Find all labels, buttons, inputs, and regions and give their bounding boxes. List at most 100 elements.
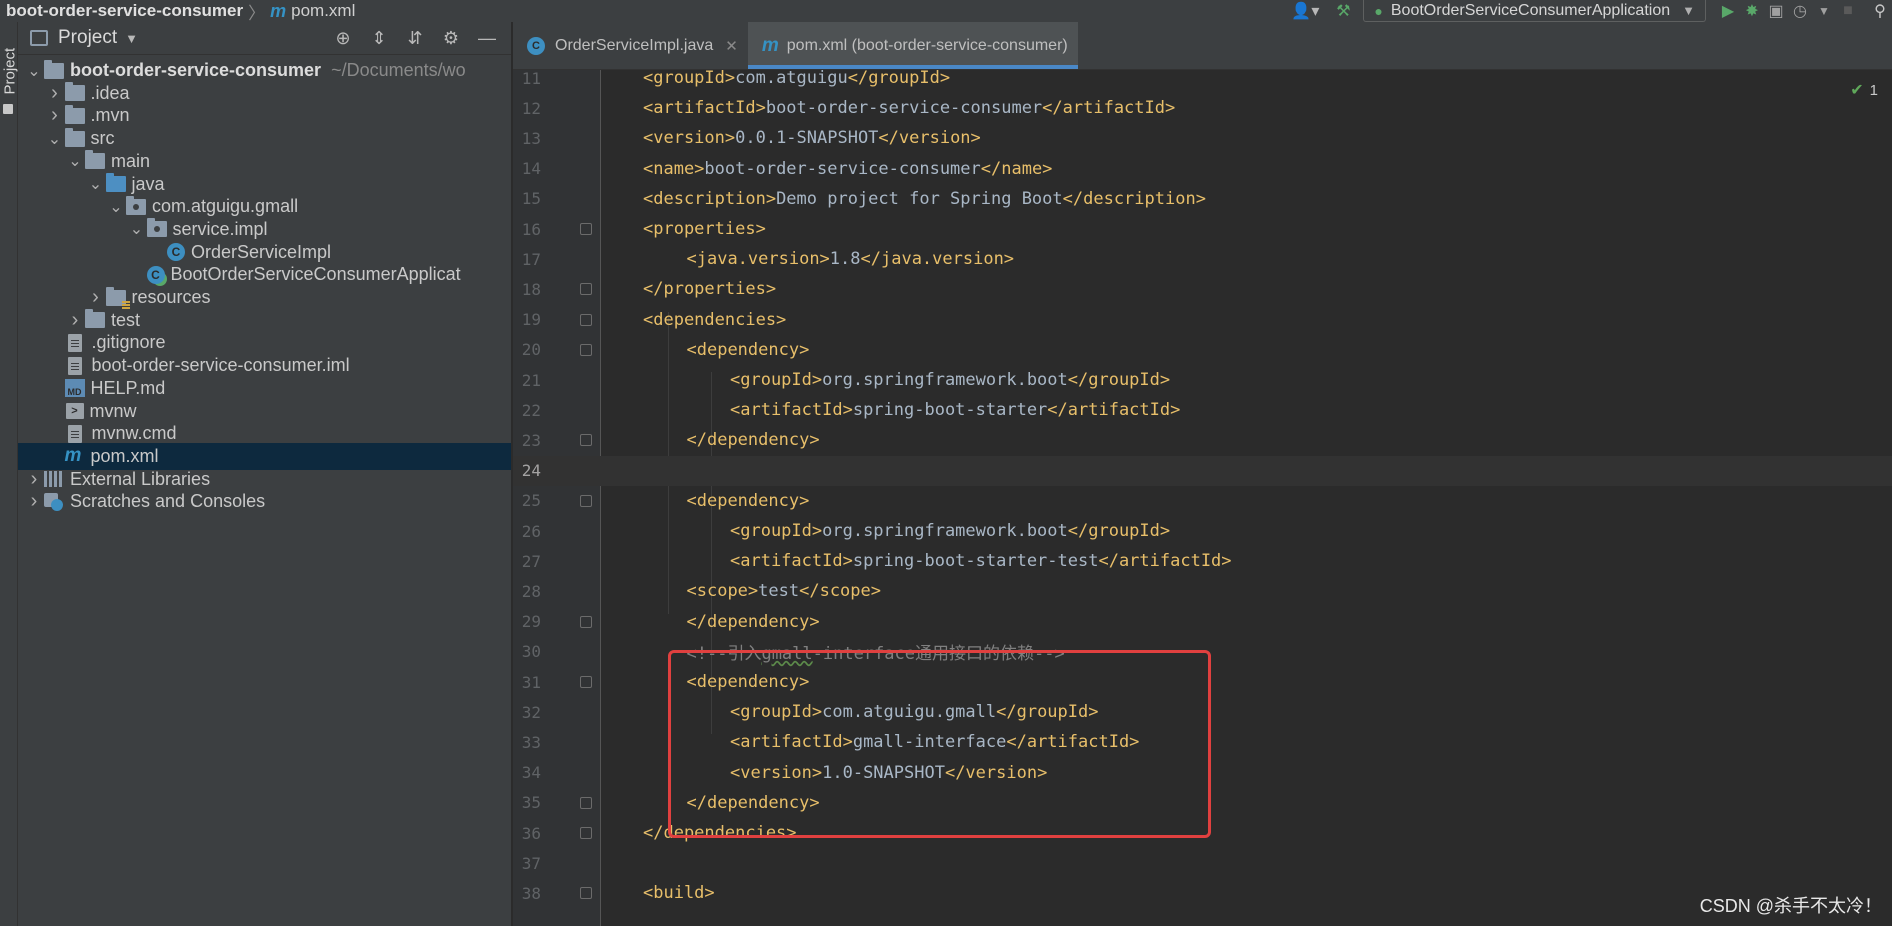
code-text: <description>Demo project for Spring Boo… — [643, 188, 1206, 209]
fold-marker-icon[interactable] — [580, 796, 592, 809]
stop-icon[interactable]: ■ — [1836, 0, 1860, 22]
line-number: 29 — [521, 612, 541, 632]
line-number: 37 — [521, 853, 541, 873]
chevron-right-icon[interactable]: › — [45, 104, 65, 127]
code-line[interactable]: 26 <groupId>org.springframework.boot</gro… — [513, 516, 1892, 546]
expand-all-icon[interactable]: ⇕ — [361, 28, 397, 49]
fold-marker-icon[interactable] — [580, 615, 592, 628]
chevron-down-icon[interactable]: ⌄ — [24, 61, 44, 81]
minimize-icon[interactable]: — — [469, 28, 505, 49]
code-line[interactable]: 37 — [513, 848, 1892, 878]
code-text: <groupId>org.springframework.boot</group… — [730, 370, 1171, 390]
code-line[interactable]: 14 <name>boot-order-service-consumer</nam… — [513, 154, 1892, 184]
code-line[interactable]: 24 — [513, 455, 1892, 486]
line-number: 17 — [521, 249, 541, 269]
code-line[interactable]: 18 </properties> — [513, 274, 1892, 304]
fold-marker-icon[interactable] — [580, 343, 592, 356]
code-line[interactable]: 15 <description>Demo project for Spring B… — [513, 184, 1892, 214]
line-number: 31 — [521, 672, 541, 692]
line-number: 24 — [521, 461, 541, 481]
code-text: <name>boot-order-service-consumer</name> — [643, 158, 1053, 179]
folder-icon — [64, 82, 85, 102]
tree-item-path: ~/Documents/wo — [331, 60, 466, 80]
coverage-icon[interactable]: ▣ — [1764, 0, 1788, 22]
project-tool-window-button[interactable]: Project — [2, 48, 19, 95]
user-icon[interactable]: 👤▾ — [1285, 0, 1325, 22]
code-line[interactable]: 28 <scope>test</scope> — [513, 576, 1892, 606]
code-line[interactable]: 25 <dependency> — [513, 486, 1892, 516]
chevron-down-icon[interactable]: ▼ — [125, 31, 138, 46]
code-line[interactable]: 11 <groupId>com.atguigu</groupId> — [513, 70, 1892, 93]
code-text: <version>0.0.1-SNAPSHOT</version> — [643, 128, 981, 149]
code-line[interactable]: 13 <version>0.0.1-SNAPSHOT</version> — [513, 123, 1892, 153]
maven-file-icon: m — [64, 445, 82, 467]
more-run-options-icon[interactable]: ▼ — [1812, 0, 1836, 22]
fold-marker-icon[interactable] — [580, 313, 592, 326]
code-line[interactable]: 17 <java.version>1.8</java.version> — [513, 244, 1892, 274]
tab-pom-xml[interactable]: m pom.xml (boot-order-service-consumer) — [747, 22, 1078, 69]
code-line[interactable]: 27 <artifactId>spring-boot-starter-test</… — [513, 546, 1892, 576]
code-line[interactable]: 19 <dependencies> — [513, 305, 1892, 335]
code-line[interactable]: 22 <artifactId>spring-boot-starter</artif… — [513, 395, 1892, 425]
breadcrumb-project[interactable]: boot-order-service-consumer — [6, 1, 243, 21]
build-hammer-icon[interactable]: ⚒ — [1331, 0, 1355, 22]
profile-icon[interactable]: ◷ — [1788, 0, 1812, 22]
search-icon[interactable]: ⚲ — [1868, 0, 1892, 22]
code-line[interactable]: 20 <dependency> — [513, 335, 1892, 365]
chevron-right-icon[interactable]: › — [65, 309, 85, 332]
locate-file-icon[interactable]: ⊕ — [325, 28, 361, 49]
fold-marker-icon[interactable] — [580, 676, 592, 688]
code-line[interactable]: 38 <build> — [513, 878, 1892, 908]
tree-item-label: .idea — [90, 82, 130, 103]
chevron-right-icon[interactable]: › — [24, 490, 44, 513]
code-text: <artifactId>spring-boot-starter-test</ar… — [730, 551, 1232, 572]
line-number: 18 — [521, 279, 541, 299]
code-line[interactable]: 23 </dependency> — [513, 425, 1892, 455]
tree-item-label: .gitignore — [91, 332, 166, 353]
breadcrumb-file[interactable]: pom.xml — [291, 1, 355, 21]
markdown-file-icon: MD — [64, 379, 85, 398]
chevron-down-icon[interactable]: ⌄ — [106, 197, 126, 217]
chevron-down-icon[interactable]: ⌄ — [127, 219, 147, 239]
code-editor[interactable]: ✔ 1 11 <groupId>com.atguigu</groupId> 12 <a… — [513, 70, 1892, 926]
gear-icon[interactable]: ⚙ — [433, 28, 469, 49]
fold-marker-icon[interactable] — [580, 283, 592, 296]
code-text: <build> — [643, 883, 715, 904]
chevron-down-icon[interactable]: ⌄ — [86, 174, 106, 194]
close-icon[interactable]: ✕ — [725, 37, 738, 55]
tree-item[interactable]: › Scratches and Consoles — [18, 488, 511, 515]
run-configuration-selector[interactable]: ● BootOrderServiceConsumerApplication ▼ — [1363, 0, 1706, 22]
chevron-right-icon[interactable]: › — [24, 468, 44, 491]
chevron-right-icon[interactable]: › — [45, 82, 65, 105]
tree-item-label: HELP.md — [90, 377, 166, 398]
editor-tabs: C OrderServiceImpl.java ✕ m pom.xml (boot-or… — [513, 22, 1892, 70]
fold-marker-icon[interactable] — [580, 887, 592, 900]
spring-boot-class-icon: C — [146, 265, 165, 284]
tab-order-service-impl[interactable]: C OrderServiceImpl.java ✕ — [513, 22, 748, 69]
run-icon[interactable]: ▶ — [1716, 0, 1740, 22]
chevron-right-icon[interactable]: › — [86, 286, 106, 309]
code-line[interactable]: 21 <groupId>org.springframework.boot</gro… — [513, 365, 1892, 395]
chevron-down-icon[interactable]: ⌄ — [45, 129, 65, 149]
tree-item-label: main — [111, 150, 151, 171]
code-line[interactable]: 12 <artifactId>boot-order-service-consume… — [513, 93, 1892, 123]
line-number: 11 — [521, 70, 541, 88]
fold-marker-icon[interactable] — [580, 494, 592, 507]
collapse-all-icon[interactable]: ⇵ — [397, 28, 433, 49]
line-number: 27 — [521, 551, 541, 571]
class-icon: C — [527, 36, 545, 55]
fold-marker-icon[interactable] — [580, 223, 592, 235]
folder-icon — [3, 104, 13, 114]
line-number: 12 — [521, 98, 541, 118]
fold-marker-icon[interactable] — [580, 434, 592, 447]
chevron-down-icon[interactable]: ⌄ — [65, 151, 85, 171]
code-text: <artifactId>spring-boot-starter</artifac… — [730, 400, 1181, 421]
tree-item-label: src — [90, 128, 115, 149]
fold-marker-icon[interactable] — [580, 827, 592, 839]
project-view-selector[interactable]: Project — [58, 27, 117, 49]
debug-icon[interactable]: ✸ — [1740, 0, 1764, 22]
code-line[interactable]: 29 </dependency> — [513, 607, 1892, 637]
code-line[interactable]: 16 <properties> — [513, 214, 1892, 244]
spring-boot-icon: ● — [1374, 2, 1383, 19]
tree-item-label: mvnw.cmd — [91, 423, 177, 444]
